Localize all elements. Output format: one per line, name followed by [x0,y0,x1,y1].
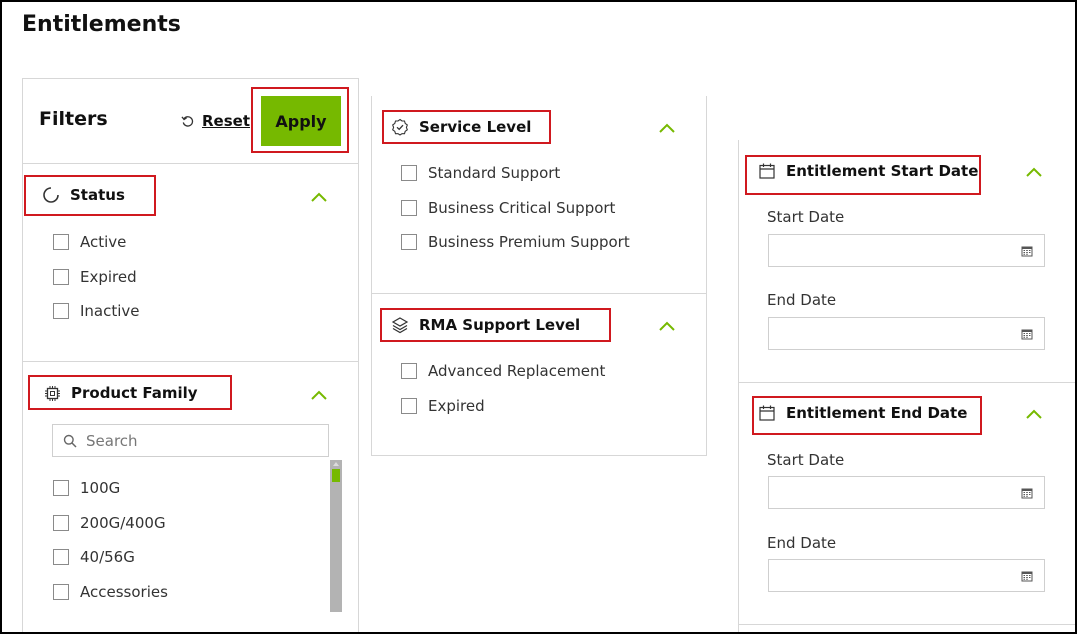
dates-bottom-divider [739,624,1075,625]
calendar-icon[interactable] [1021,328,1033,340]
chevron-up-icon[interactable] [658,122,676,134]
status-divider [23,361,358,362]
start-date-label: Start Date [767,451,845,469]
checkbox-label: Accessories [80,583,168,601]
filters-title: Filters [39,108,108,130]
checkbox-product-accessories[interactable]: Accessories [53,583,168,601]
product-family-search-input[interactable]: Search [52,424,329,457]
search-icon [63,434,77,448]
checkbox[interactable] [401,234,417,250]
chevron-up-icon[interactable] [658,320,676,332]
start-date-input[interactable] [768,234,1045,267]
highlight-service-level [382,110,551,144]
checkbox-business-critical-support[interactable]: Business Critical Support [401,199,615,217]
end-date-label: End Date [767,291,837,309]
checkbox-label: 100G [80,479,121,497]
checkbox-label: Inactive [80,302,140,320]
checkbox-status-active[interactable]: Active [53,233,126,251]
end-date-input[interactable] [768,317,1045,350]
highlight-entitlement-end-date [752,396,982,435]
entitlements-page: Entitlements Filters Reset Apply Status … [0,0,1077,634]
checkbox-advanced-replacement[interactable]: Advanced Replacement [401,362,605,380]
product-family-scrollbar[interactable] [330,460,342,612]
checkbox-product-200g-400g[interactable]: 200G/400G [53,514,166,532]
highlight-rma-support-level [380,308,611,342]
reset-button[interactable]: Reset [181,112,250,130]
highlight-apply [251,87,349,153]
checkbox-label: 200G/400G [80,514,166,532]
end-date-input[interactable] [768,559,1045,592]
end-date-label: End Date [767,534,837,552]
checkbox-rma-expired[interactable]: Expired [401,397,485,415]
highlight-product-family [28,375,232,410]
start-date-input[interactable] [768,476,1045,509]
chevron-up-icon[interactable] [310,191,328,203]
checkbox-standard-support[interactable]: Standard Support [401,164,560,182]
highlight-status [24,175,156,216]
checkbox-label: Advanced Replacement [428,362,606,380]
page-title: Entitlements [22,12,181,37]
checkbox-label: Standard Support [428,164,561,182]
checkbox[interactable] [53,549,69,565]
chevron-up-icon[interactable] [1025,408,1043,420]
checkbox-label: Business Premium Support [428,233,630,251]
checkbox-business-premium-support[interactable]: Business Premium Support [401,233,630,251]
checkbox-status-inactive[interactable]: Inactive [53,302,140,320]
chevron-up-icon[interactable] [310,389,328,401]
service-divider [372,293,706,294]
start-date-label: Start Date [767,208,845,226]
checkbox-label: Expired [80,268,137,286]
checkbox[interactable] [401,200,417,216]
calendar-icon[interactable] [1021,487,1033,499]
checkbox-label: Expired [428,397,485,415]
chevron-up-icon[interactable] [1025,166,1043,178]
filters-divider [23,163,358,164]
checkbox[interactable] [401,363,417,379]
checkbox[interactable] [53,515,69,531]
dates-divider [739,382,1075,383]
checkbox[interactable] [53,480,69,496]
search-placeholder: Search [86,432,138,450]
checkbox[interactable] [53,269,69,285]
checkbox[interactable] [53,303,69,319]
reset-icon [181,115,194,127]
checkbox-product-100g[interactable]: 100G [53,479,120,497]
checkbox[interactable] [53,584,69,600]
checkbox-label: 40/56G [80,548,135,566]
checkbox-product-40-56g[interactable]: 40/56G [53,548,135,566]
scrollbar-thumb[interactable] [332,469,340,482]
reset-label: Reset [202,112,250,130]
calendar-icon[interactable] [1021,570,1033,582]
highlight-entitlement-start-date [745,155,981,195]
checkbox[interactable] [401,398,417,414]
checkbox-label: Business Critical Support [428,199,616,217]
calendar-icon[interactable] [1021,245,1033,257]
scroll-up-arrow-icon[interactable] [333,462,339,466]
checkbox[interactable] [53,234,69,250]
checkbox[interactable] [401,165,417,181]
checkbox-status-expired[interactable]: Expired [53,268,137,286]
checkbox-label: Active [80,233,127,251]
